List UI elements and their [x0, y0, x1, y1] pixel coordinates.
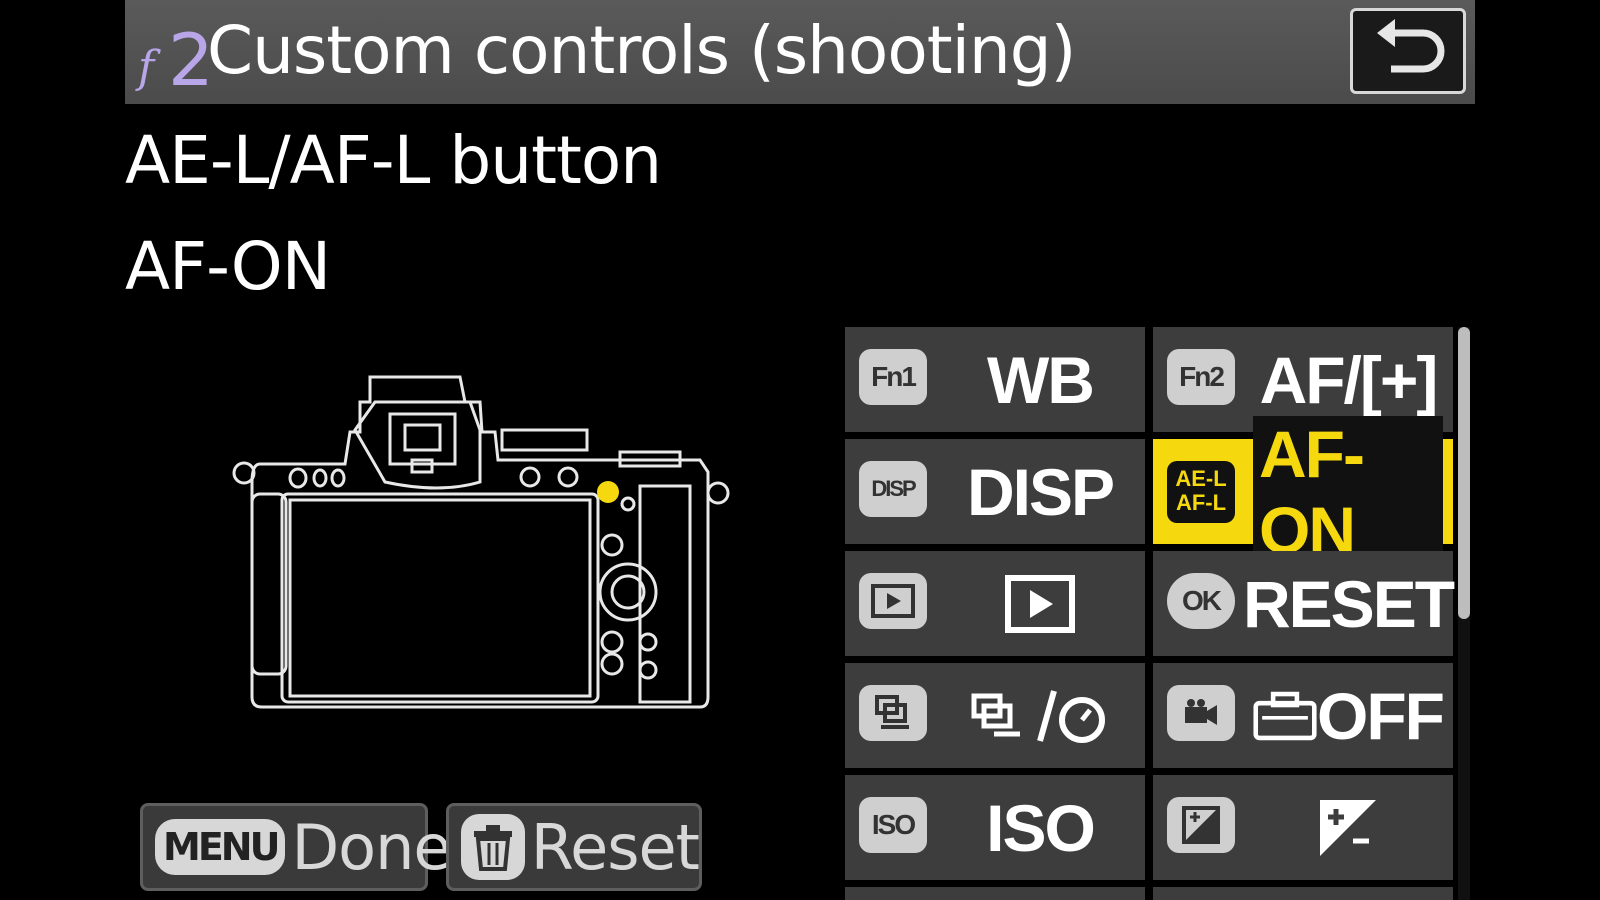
control-grid: Fn1 WB Fn2 AF/[+] DISP DISP AE-L AF-L AF-… — [845, 327, 1455, 900]
control-value: AF-ON — [125, 228, 331, 305]
scrollbar-thumb[interactable] — [1458, 327, 1470, 619]
back-button[interactable] — [1350, 8, 1466, 94]
ael-afl-button-indicator — [597, 481, 619, 503]
fn2-key-icon: Fn2 — [1167, 343, 1239, 415]
grid-cell-disp[interactable]: DISP DISP — [845, 439, 1145, 544]
movie-record-key-icon — [1167, 679, 1239, 751]
menu-key: MENU — [155, 819, 286, 875]
menu-code-letter: f — [138, 42, 155, 93]
grid-cell-ael-afl[interactable]: AE-L AF-L AF-ON — [1153, 415, 1453, 568]
playback-icon — [945, 551, 1135, 656]
control-name: AE-L/AF-L button — [125, 122, 662, 199]
fn1-key-icon: Fn1 — [859, 343, 931, 415]
camera-power-icon — [1253, 691, 1317, 740]
grid-cell-ok[interactable]: OK RESET — [1153, 551, 1455, 656]
grid-cell-exposure-comp[interactable] — [1153, 775, 1453, 880]
release-mode-key-icon — [859, 679, 931, 751]
grid-cell-playback[interactable] — [845, 551, 1145, 656]
reset-label: Reset — [530, 810, 700, 884]
grid-cell-release-mode[interactable] — [845, 663, 1145, 768]
grid-cell-value: ISO — [986, 790, 1096, 865]
grid-cell-next[interactable] — [845, 887, 1145, 900]
grid-cell-movie-record[interactable]: OFF — [1153, 663, 1453, 768]
grid-cell-value: OFF — [1253, 663, 1445, 768]
release-mode-selftimer-icon — [945, 663, 1135, 768]
page-title: Custom controls (shooting) — [207, 12, 1076, 89]
reset-button[interactable]: Reset — [446, 803, 702, 891]
grid-cell-value: AF-ON — [1253, 415, 1443, 568]
camera-diagram — [232, 375, 730, 709]
ok-key-icon: OK — [1167, 567, 1239, 639]
return-arrow-icon — [1377, 19, 1445, 73]
grid-cell-next[interactable] — [1153, 887, 1453, 900]
playback-key-icon — [859, 567, 931, 639]
grid-cell-value: WB — [987, 342, 1095, 417]
ael-afl-key-icon: AE-L AF-L — [1167, 455, 1239, 527]
disp-key-icon: DISP — [859, 455, 931, 527]
exposure-comp-icon — [1253, 775, 1443, 880]
exposure-comp-key-icon — [1167, 791, 1239, 863]
done-label: Done — [291, 810, 451, 884]
iso-key-icon: ISO — [859, 791, 931, 863]
grid-cell-value: DISP — [966, 454, 1115, 529]
grid-cell-value: RESET — [1242, 566, 1455, 641]
grid-cell-fn1[interactable]: Fn1 WB — [845, 327, 1145, 432]
grid-cell-iso[interactable]: ISO ISO — [845, 775, 1145, 880]
trash-icon — [461, 814, 525, 880]
done-button[interactable]: MENU Done — [140, 803, 452, 891]
